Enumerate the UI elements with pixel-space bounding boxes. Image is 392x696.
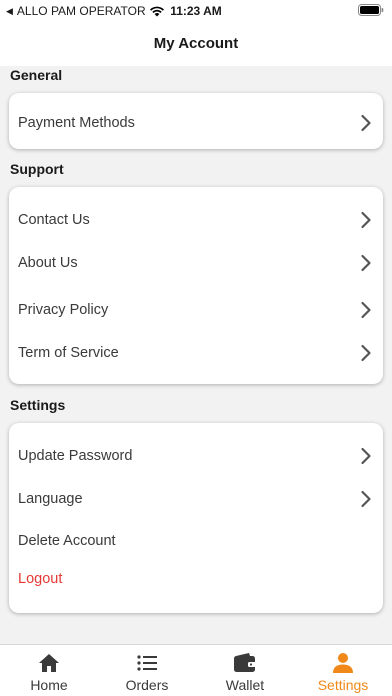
section-title-general: General [10, 67, 63, 83]
row-delete-account[interactable]: Delete Account [9, 525, 383, 557]
row-contact-us[interactable]: Contact Us [9, 204, 383, 236]
chevron-right-icon [361, 211, 371, 229]
row-term-of-service[interactable]: Term of Service [9, 337, 383, 369]
person-icon [333, 653, 353, 673]
section-title-settings: Settings [10, 397, 66, 413]
chevron-right-icon [361, 254, 371, 272]
row-label: About Us [18, 255, 78, 271]
row-label: Language [18, 491, 83, 507]
tab-label: Orders [125, 677, 169, 693]
tab-label: Wallet [225, 677, 265, 693]
status-bar: ◀ ALLO PAM OPERATOR 11:23 AM [0, 0, 392, 22]
chevron-right-icon [361, 490, 371, 508]
tab-label: Settings [317, 677, 369, 693]
list-icon [137, 655, 157, 671]
general-card: Payment Methods [9, 93, 383, 149]
home-icon [39, 654, 59, 672]
row-label: Update Password [18, 448, 133, 464]
settings-card: Update Password Language Delete Account … [9, 423, 383, 613]
row-label: Privacy Policy [18, 302, 109, 318]
nav-header: My Account [0, 22, 392, 66]
row-label: Term of Service [18, 345, 119, 361]
logout-button[interactable]: Logout [9, 563, 383, 595]
row-payment-methods[interactable]: Payment Methods [9, 107, 383, 139]
status-right [358, 4, 384, 19]
chevron-right-icon [361, 344, 371, 362]
tab-wallet[interactable]: Wallet [196, 645, 294, 696]
tab-bar: Home Orders Wallet Settings [0, 644, 392, 696]
chevron-right-icon [361, 447, 371, 465]
support-card: Contact Us About Us Privacy Policy Term … [9, 187, 383, 384]
battery-icon [358, 4, 384, 16]
tab-home[interactable]: Home [0, 645, 98, 696]
chevron-right-icon [361, 301, 371, 319]
row-label: Contact Us [18, 212, 90, 228]
wallet-icon [234, 653, 256, 672]
row-update-password[interactable]: Update Password [9, 440, 383, 472]
row-language[interactable]: Language [9, 483, 383, 515]
row-label: Payment Methods [18, 115, 135, 131]
chevron-right-icon [361, 114, 371, 132]
status-time: 11:23 AM [170, 4, 222, 18]
tab-orders[interactable]: Orders [98, 645, 196, 696]
section-title-support: Support [10, 161, 64, 177]
row-label: Delete Account [18, 533, 116, 549]
tab-settings[interactable]: Settings [294, 645, 392, 696]
logout-label: Logout [18, 571, 63, 587]
page-title: My Account [153, 35, 239, 52]
row-about-us[interactable]: About Us [9, 247, 383, 279]
row-privacy-policy[interactable]: Privacy Policy [9, 294, 383, 326]
tab-label: Home [30, 677, 68, 693]
